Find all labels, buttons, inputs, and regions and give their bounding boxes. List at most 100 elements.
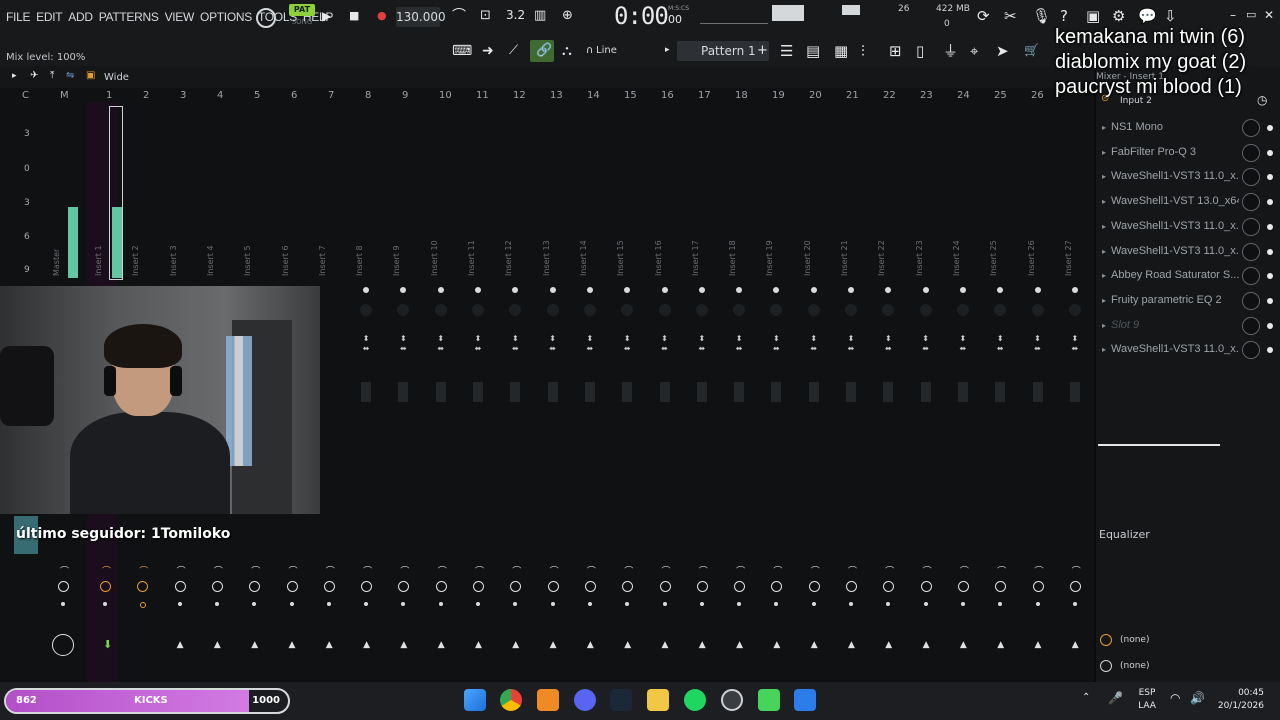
mixer-tool-icon[interactable]: ✈ [30,71,38,81]
arrow-left-icon[interactable]: ▸ [665,46,670,55]
slot-enable-led[interactable] [1267,149,1273,156]
microphone-icon[interactable]: 🎙 [1032,9,1051,24]
effect-slot[interactable]: ▸ WaveShell1-VST3 11.0_x... [1100,167,1278,189]
effect-slot[interactable]: ▸ WaveShell1-VST3 11.0_x... [1100,217,1278,239]
track-label[interactable]: Insert 25 [989,240,998,276]
slot-plugin-name[interactable]: NS1 Mono [1111,121,1239,133]
send-arrow-icon[interactable]: ⌒ [326,564,335,577]
wait-record-icon[interactable]: ⊡ [480,9,491,22]
volume-fader[interactable] [734,382,745,402]
menu-options[interactable]: OPTIONS [200,10,252,24]
send-arrow-icon[interactable]: ⌒ [624,564,633,577]
route-switch[interactable] [1035,602,1040,606]
snap-mode-select[interactable]: Line [596,45,617,56]
track-label[interactable]: Insert 5 [243,245,252,276]
route-arrow-icon[interactable]: ▲ [773,640,780,650]
slot-mix-knob[interactable] [1242,119,1260,137]
stereo-separation-icon[interactable]: ⬍ ⬌ [473,334,483,354]
maximize-icon[interactable]: ▭ [1246,9,1256,20]
send-arrow-icon[interactable]: ⌒ [475,564,484,577]
route-arrow-icon[interactable]: ▲ [624,640,631,650]
language-indicator[interactable]: ESP LAA [1136,687,1158,713]
route-arrow-icon[interactable]: ▲ [550,640,557,650]
volume-fader[interactable] [473,382,483,402]
effect-slot[interactable]: ▸ WaveShell1-VST3 11.0_x... [1100,242,1278,264]
track-enable-led[interactable] [698,287,705,293]
route-switch[interactable] [177,602,182,606]
volume-fader[interactable] [547,382,558,402]
help-icon[interactable]: ? [1060,9,1068,24]
volume-fader[interactable] [361,382,372,402]
tray-mic-icon[interactable]: 🎤 [1108,692,1123,704]
tempo-display[interactable]: 130.000 [396,7,446,27]
stereo-separation-icon[interactable]: ⬍ ⬌ [622,334,632,354]
track-label[interactable]: Insert 22 [877,240,886,276]
send-arrow-icon[interactable]: ⌒ [400,564,409,577]
route-arrow-icon[interactable]: ▲ [960,640,967,650]
pan-knob[interactable] [956,304,969,316]
browser-icon[interactable]: ⊞ [889,44,902,59]
route-arrow-icon[interactable]: ▲ [326,640,333,650]
route-switch[interactable] [61,602,65,606]
send-arrow-icon[interactable]: ⌒ [214,564,223,577]
menu-add[interactable]: ADD [68,10,93,24]
stereo-separation-icon[interactable]: ⬍ ⬌ [361,334,371,354]
app-green-icon[interactable] [758,689,780,711]
step-edit-icon[interactable]: ▥ [534,9,546,22]
magnet-icon[interactable]: ∩ [586,46,593,56]
send-arrow-icon[interactable]: ⌒ [102,564,111,577]
system-clock[interactable]: 00:45 20/1/2026 [1212,687,1264,713]
menu-file[interactable]: FILE [6,10,30,24]
volume-fader[interactable] [995,382,1006,402]
fl-studio-icon[interactable] [537,689,559,711]
route-knob[interactable] [696,581,708,592]
route-knob[interactable] [473,581,484,592]
slot-expand-icon[interactable]: ▸ [1102,148,1106,157]
record-icon[interactable]: ● [377,10,387,21]
stereo-separation-icon[interactable]: ⬍ ⬌ [846,334,856,354]
effect-slot[interactable]: ▸ FabFilter Pro-Q 3 [1100,143,1278,165]
volume-fader[interactable] [883,382,894,402]
send-arrow-icon[interactable]: ⌒ [848,564,857,577]
brush-icon[interactable]: ⟋ [509,44,518,57]
slot-expand-icon[interactable]: ▸ [1102,123,1106,132]
track-label[interactable]: Insert 9 [392,245,401,276]
menu-view[interactable]: VIEW [165,10,195,24]
route-knob[interactable] [211,581,223,592]
send-arrow-icon[interactable]: ⌒ [251,564,260,577]
pat-song-toggle[interactable]: PAT SONG [289,4,315,30]
playlist-icon[interactable]: ☰ [780,44,793,59]
stamp-icon[interactable]: ⛬ [562,44,572,58]
countdown-icon[interactable]: 3.2 [506,9,525,21]
route-knob[interactable] [920,581,932,592]
slot-mix-knob[interactable] [1242,217,1260,236]
route-switch[interactable] [476,602,480,606]
route-switch[interactable] [1072,602,1077,606]
stereo-separation-icon[interactable]: ⬍ ⬌ [1033,334,1043,354]
route-arrow-icon[interactable]: ▲ [512,640,519,650]
slot-plugin-name[interactable]: WaveShell1-VST3 11.0_x... [1111,343,1239,355]
track-label[interactable]: Insert 12 [504,240,513,276]
effect-slot[interactable]: ▸ NS1 Mono [1100,118,1278,140]
slot-enable-led[interactable] [1267,248,1273,255]
pan-knob[interactable] [658,304,671,316]
mixer-up-icon[interactable]: ⤒ [50,71,54,81]
track-label[interactable]: Insert 13 [542,240,551,276]
stereo-separation-icon[interactable]: ⬍ ⬌ [958,334,968,354]
cart-icon[interactable]: 🛒 [1024,44,1039,56]
track-label[interactable]: Insert 4 [206,245,215,276]
app-blue-icon[interactable] [794,689,816,711]
volume-fader[interactable] [846,382,856,402]
track-label[interactable]: Insert 17 [691,240,700,276]
stereo-separation-icon[interactable]: ⬍ ⬌ [660,334,670,354]
slot-mix-knob[interactable] [1242,193,1260,212]
volume-icon[interactable]: 🔊 [1190,692,1205,704]
volume-fader[interactable] [1032,382,1043,402]
slot-expand-icon[interactable]: ▸ [1102,271,1106,280]
send-arrow-icon[interactable]: ⌒ [923,564,932,577]
picker-icon[interactable]: ⌖ [970,44,978,59]
route-knob[interactable] [286,581,298,592]
route-knob[interactable] [1069,581,1081,592]
track-enable-led[interactable] [1071,287,1078,293]
track-label[interactable]: Insert 19 [765,240,774,276]
